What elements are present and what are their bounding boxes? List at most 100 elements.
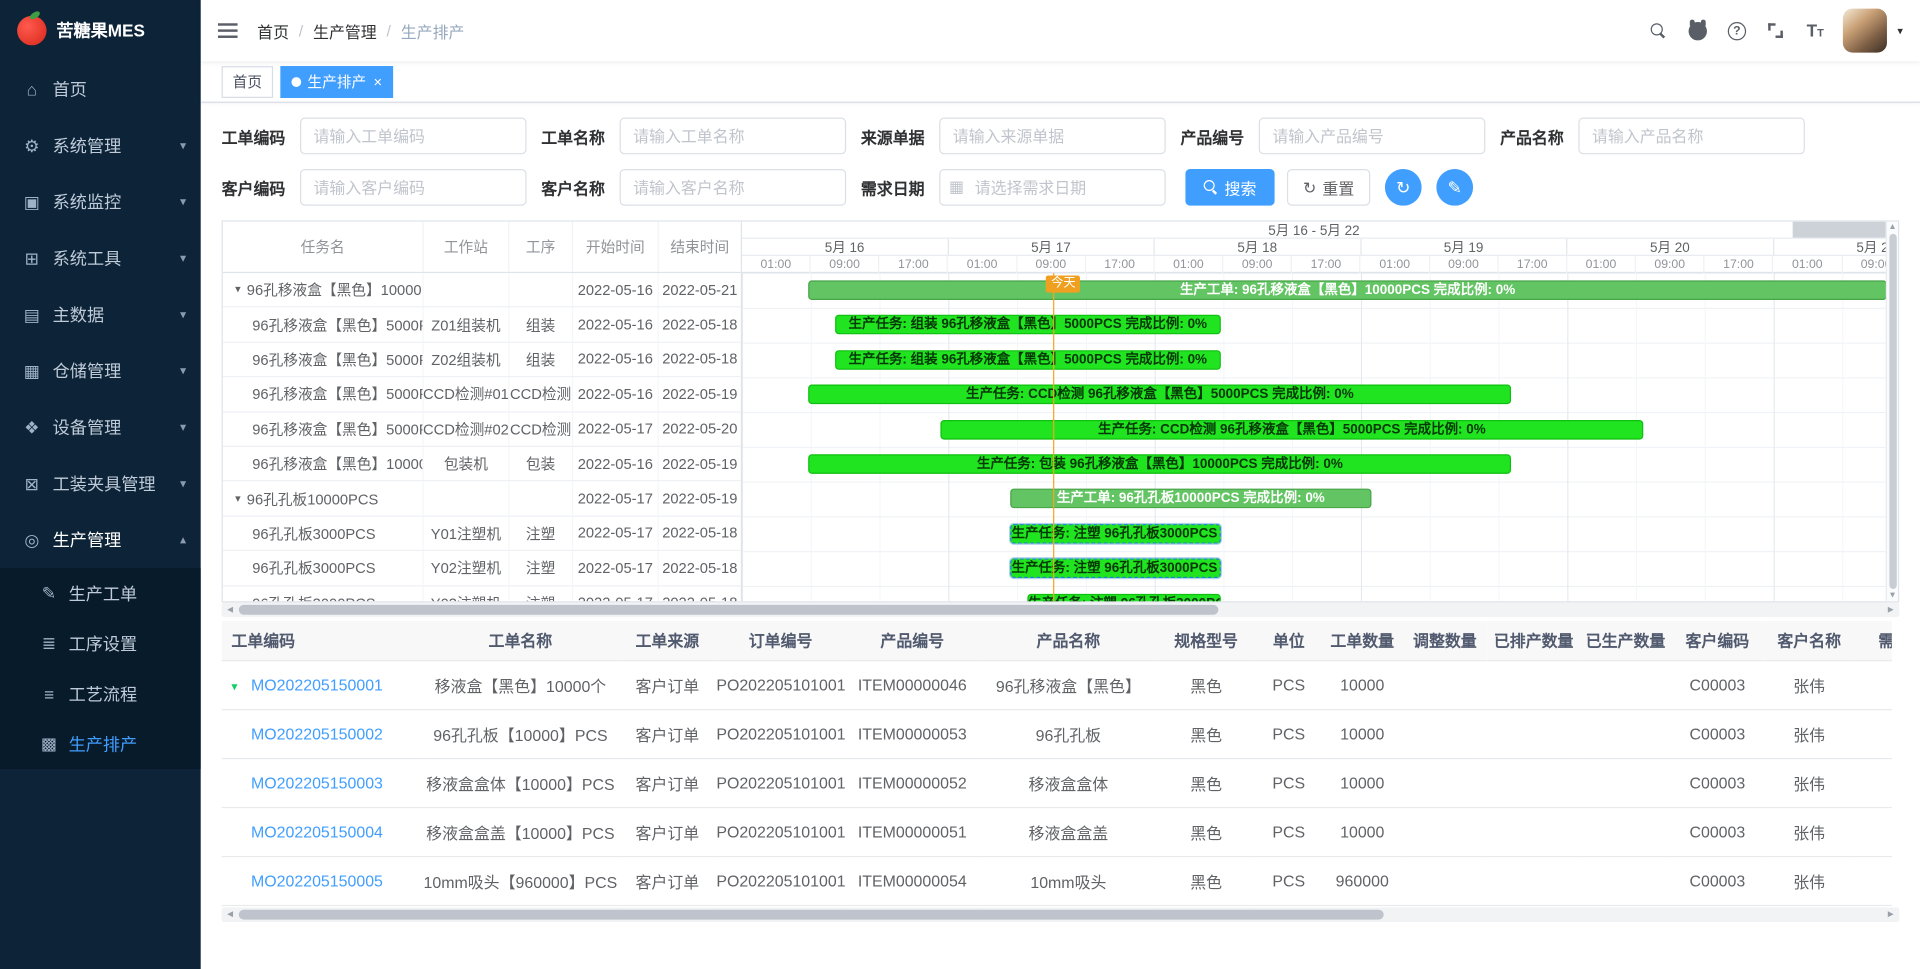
work-order-code-input[interactable]: [300, 118, 527, 155]
table-horizontal-scrollbar[interactable]: ◄ ►: [222, 907, 1900, 922]
edit-circle-button[interactable]: ✎: [1436, 169, 1473, 206]
work-order-name-input[interactable]: [620, 118, 847, 155]
scroll-right-icon[interactable]: ►: [1886, 605, 1896, 615]
font-size-icon[interactable]: TT: [1804, 20, 1826, 42]
table-header-0[interactable]: 工单编码: [222, 621, 423, 660]
gantt-task-row[interactable]: 96孔孔板3000PCS Y02注塑机 注塑 2022-05-17 2022-0…: [223, 551, 741, 586]
product-code-input[interactable]: [1259, 118, 1486, 155]
table-row: ▾MO202205150001移液盒【黑色】10000个客户订单PO202205…: [222, 660, 1892, 709]
table-header-5[interactable]: 产品名称: [980, 621, 1158, 660]
gantt-bar-task[interactable]: 生产任务: 注塑 96孔孔板3000PCS 完成比例: 0%: [1027, 593, 1221, 601]
work-order-link[interactable]: MO202205150002: [251, 724, 383, 742]
reset-button[interactable]: ↻重置: [1287, 169, 1370, 206]
work-order-link[interactable]: MO202205150001: [251, 675, 383, 693]
sidebar-item-master-data[interactable]: ▤ 主数据 ▾: [0, 287, 201, 343]
gantt-task-row[interactable]: 96孔移液盒【黑色】5000PCS Z01组装机 组装 2022-05-16 2…: [223, 308, 741, 343]
tab-home[interactable]: 首页: [222, 66, 273, 98]
end-time-cell: 2022-05-18: [659, 586, 742, 601]
gantt-bar-task[interactable]: 生产任务: 包装 96孔移液盒【黑色】10000PCS 完成比例: 0%: [808, 454, 1512, 474]
table-cell: 10000: [1322, 758, 1402, 807]
collapse-icon[interactable]: ▾: [235, 283, 241, 296]
sidebar-item-production-management[interactable]: ◎ 生产管理 ▴: [0, 512, 201, 568]
gantt-task-row[interactable]: ▾96孔移液盒【黑色】10000PCS 2022-05-16 2022-05-2…: [223, 273, 741, 308]
avatar[interactable]: [1843, 9, 1887, 53]
customer-code-input[interactable]: [300, 169, 527, 206]
github-icon[interactable]: [1687, 20, 1709, 42]
gantt-task-row[interactable]: 96孔移液盒【黑色】5000PCS Z02组装机 组装 2022-05-16 2…: [223, 343, 741, 378]
scroll-left-icon[interactable]: ◄: [225, 605, 235, 615]
table-header-14[interactable]: 需求日期: [1855, 621, 1892, 660]
table-header-4[interactable]: 产品编号: [845, 621, 980, 660]
breadcrumb-item[interactable]: 首页: [257, 19, 289, 42]
close-icon[interactable]: ×: [374, 74, 383, 89]
gantt-task-row[interactable]: 96孔孔板3000PCS Y03注塑机 注塑 2022-05-17 2022-0…: [223, 586, 741, 601]
gantt-bar-order[interactable]: 生产工单: 96孔移液盒【黑色】10000PCS 完成比例: 0%: [808, 280, 1886, 300]
hamburger-icon[interactable]: [218, 29, 238, 31]
refresh-circle-button[interactable]: ↻: [1385, 169, 1422, 206]
scroll-up-icon[interactable]: ▲: [1888, 223, 1896, 232]
sidebar-item-fixture-management[interactable]: ⊠ 工装夹具管理 ▾: [0, 456, 201, 512]
help-icon[interactable]: ?: [1726, 20, 1748, 42]
gantt-bar-task[interactable]: 生产任务: 组装 96孔移液盒【黑色】5000PCS 完成比例: 0%: [835, 350, 1221, 370]
table-header-3[interactable]: 订单编号: [716, 621, 845, 660]
sidebar-item-production-scheduling[interactable]: ▩ 生产排产: [0, 719, 201, 769]
gantt-task-row[interactable]: 96孔移液盒【黑色】10000PCS 包装机 包装 2022-05-16 202…: [223, 447, 741, 482]
sidebar-item-system-management[interactable]: ⚙ 系统管理 ▾: [0, 118, 201, 174]
gantt-task-row[interactable]: 96孔移液盒【黑色】5000PCS CCD检测#01 CCD检测 2022-05…: [223, 377, 741, 412]
gantt-task-row[interactable]: 96孔移液盒【黑色】5000PCS CCD检测#02 CCD检测 2022-05…: [223, 412, 741, 447]
work-order-link[interactable]: MO202205150004: [251, 822, 383, 840]
gantt-bar-task[interactable]: 生产任务: CCD检测 96孔移液盒【黑色】5000PCS 完成比例: 0%: [808, 385, 1512, 405]
scrollbar-thumb[interactable]: [239, 605, 1219, 615]
gantt-bar-task[interactable]: 生产任务: 组装 96孔移液盒【黑色】5000PCS 完成比例: 0%: [835, 315, 1221, 335]
work-order-link[interactable]: MO202205150005: [251, 871, 383, 889]
table-header-11[interactable]: 已生产数量: [1580, 621, 1672, 660]
gantt-vertical-scrollbar[interactable]: ▲ ▼: [1886, 222, 1898, 602]
gantt-task-row[interactable]: 96孔孔板3000PCS Y01注塑机 注塑 2022-05-17 2022-0…: [223, 516, 741, 551]
sidebar-item-process-flow[interactable]: ≡ 工艺流程: [0, 669, 201, 719]
scroll-down-icon[interactable]: ▼: [1888, 591, 1896, 600]
table-header-1[interactable]: 工单名称: [422, 621, 618, 660]
table-header-7[interactable]: 单位: [1255, 621, 1322, 660]
sidebar-item-system-monitor[interactable]: ▣ 系统监控 ▾: [0, 174, 201, 230]
sidebar-item-home[interactable]: ⌂ 首页: [0, 61, 201, 117]
fullscreen-icon[interactable]: [1765, 20, 1787, 42]
scroll-right-icon[interactable]: ►: [1886, 909, 1896, 919]
gantt-task-row[interactable]: ▾96孔孔板10000PCS 2022-05-17 2022-05-19: [223, 482, 741, 517]
app-logo[interactable]: 苦糖果MES: [0, 0, 201, 61]
table-header-9[interactable]: 调整数量: [1402, 621, 1488, 660]
sidebar-item-warehouse-management[interactable]: ▦ 仓储管理 ▾: [0, 343, 201, 399]
demand-date-input[interactable]: [939, 169, 1166, 206]
table-header-12[interactable]: 客户编码: [1671, 621, 1763, 660]
sidebar-item-production-work-order[interactable]: ✎ 生产工单: [0, 568, 201, 618]
expand-icon[interactable]: ▾: [231, 680, 251, 693]
sidebar-item-system-tools[interactable]: ⊞ 系统工具 ▾: [0, 230, 201, 286]
sidebar-item-process-settings[interactable]: ≣ 工序设置: [0, 618, 201, 668]
gantt-bar-order[interactable]: 生产工单: 96孔孔板10000PCS 完成比例: 0%: [1010, 489, 1371, 509]
search-icon[interactable]: [1648, 20, 1670, 42]
chevron-down-icon[interactable]: ▾: [1897, 24, 1903, 37]
work-order-link[interactable]: MO202205150003: [251, 773, 383, 791]
search-button[interactable]: 搜索: [1185, 169, 1274, 206]
scrollbar-thumb[interactable]: [1889, 234, 1896, 589]
table-header-8[interactable]: 工单数量: [1322, 621, 1402, 660]
gantt-horizontal-scrollbar[interactable]: ◄ ►: [222, 602, 1900, 617]
gantt-bar-task[interactable]: 生产任务: CCD检测 96孔移液盒【黑色】5000PCS 完成比例: 0%: [940, 420, 1644, 440]
source-document-input[interactable]: [939, 118, 1166, 155]
scrollbar-thumb[interactable]: [239, 909, 1384, 919]
table-header-13[interactable]: 客户名称: [1763, 621, 1855, 660]
scroll-left-icon[interactable]: ◄: [225, 909, 235, 919]
table-header-6[interactable]: 规格型号: [1157, 621, 1255, 660]
breadcrumb-item[interactable]: 生产管理: [313, 19, 377, 42]
sidebar-item-label: 设备管理: [53, 415, 180, 439]
table-header-10[interactable]: 已排产数量: [1488, 621, 1580, 660]
product-name-input[interactable]: [1578, 118, 1805, 155]
collapse-icon[interactable]: ▾: [235, 492, 241, 505]
gantt-bar-task[interactable]: 生产任务: 注塑 96孔孔板3000PCS 完成比例: 0%: [1010, 524, 1220, 544]
tab-production-scheduling[interactable]: 生产排产 ×: [280, 66, 393, 98]
sidebar-item-equipment-management[interactable]: ❖ 设备管理 ▾: [0, 399, 201, 455]
timeline-day-label: 5月 17: [948, 239, 1154, 255]
table-header-2[interactable]: 工单来源: [618, 621, 716, 660]
customer-name-input[interactable]: [620, 169, 847, 206]
logo-icon: [17, 16, 46, 45]
gantt-bar-task[interactable]: 生产任务: 注塑 96孔孔板3000PCS 完成比例: 0%: [1010, 559, 1220, 579]
